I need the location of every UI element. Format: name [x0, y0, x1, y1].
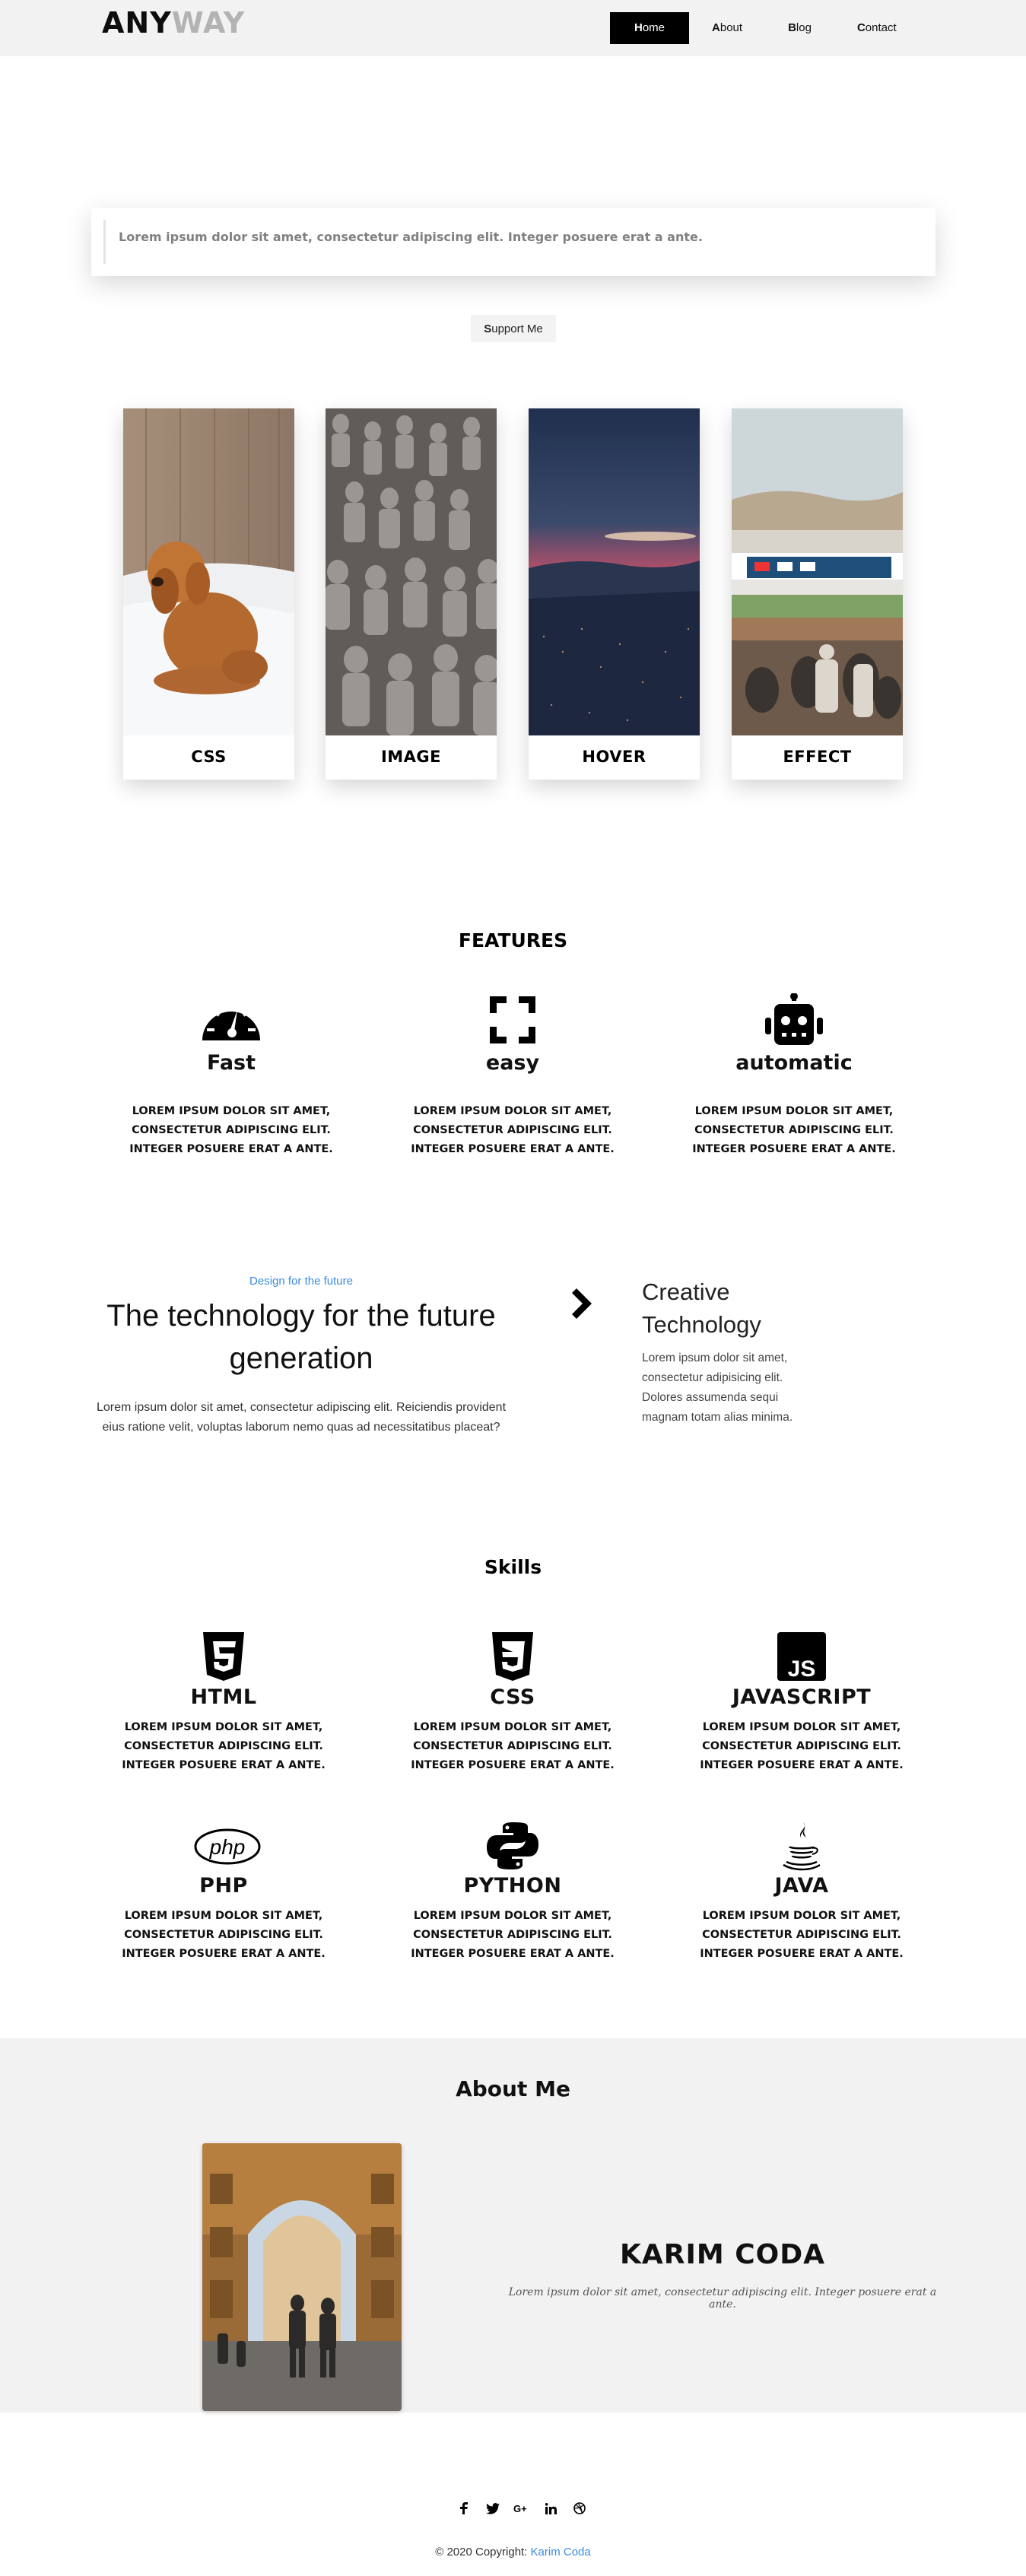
skill-title: PHP: [199, 1874, 248, 1898]
image-card-hover[interactable]: HOVER: [529, 408, 700, 780]
feature-fast: Fast LOREM IPSUM DOLOR SIT AMET, CONSECT…: [100, 993, 362, 1159]
dog-in-snow-image: [123, 408, 294, 735]
terracotta-warriors-image: [326, 408, 497, 735]
about-title: About Me: [456, 2076, 570, 2101]
top-navbar: ANYWAY Home About Blog Contact: [0, 0, 1026, 56]
robot-icon: [762, 993, 826, 1047]
python-icon: [482, 1821, 543, 1871]
hero-quote-text: Lorem ipsum dolor sit amet, consectetur …: [119, 230, 703, 244]
city-at-dusk-image: [529, 408, 700, 735]
feature-title: automatic: [735, 1051, 853, 1075]
css3-icon: [482, 1632, 543, 1682]
card-caption: EFFECT: [783, 748, 852, 766]
nav-item-blog[interactable]: Blog: [765, 12, 834, 44]
skill-title: CSS: [490, 1685, 535, 1709]
quote-bar: [103, 220, 106, 264]
skill-title: JAVASCRIPT: [732, 1685, 872, 1709]
chevron-right-icon[interactable]: [572, 1285, 596, 1322]
skill-title: JAVA: [774, 1874, 829, 1898]
author-name: KARIM CODA: [620, 2239, 825, 2270]
site-logo[interactable]: ANYWAY: [102, 6, 245, 40]
skill-text: LOREM IPSUM DOLOR SIT AMET, CONSECTETUR …: [411, 1910, 615, 1960]
skill-text: LOREM IPSUM DOLOR SIT AMET, CONSECTETUR …: [700, 1910, 904, 1960]
tech-description: Lorem ipsum dolor sit amet, consectetur …: [96, 1401, 507, 1434]
html5-icon: [193, 1632, 254, 1682]
profile-photo: [202, 2143, 402, 2411]
skill-php: php PHP LOREM IPSUM DOLOR SIT AMET, CONS…: [93, 1821, 354, 1964]
skill-text: LOREM IPSUM DOLOR SIT AMET, CONSECTETUR …: [122, 1910, 326, 1960]
racetrack-crowd-image: [732, 408, 903, 735]
speedometer-icon: [199, 993, 263, 1047]
java-icon: [771, 1821, 832, 1871]
creative-technology-title: Creative Technology: [642, 1278, 761, 1338]
svg-text:JS: JS: [788, 1656, 816, 1682]
php-icon: php: [193, 1821, 261, 1871]
facebook-icon[interactable]: [455, 2499, 473, 2517]
skill-title: PYTHON: [463, 1874, 562, 1898]
dribbble-icon[interactable]: [570, 2499, 589, 2517]
javascript-icon: JS: [771, 1632, 832, 1682]
twitter-icon[interactable]: [484, 2499, 502, 2517]
feature-text: LOREM IPSUM DOLOR SIT AMET, CONSECTETUR …: [692, 1105, 896, 1155]
nav-item-about[interactable]: About: [689, 12, 765, 44]
skill-html: HTML LOREM IPSUM DOLOR SIT AMET, CONSECT…: [93, 1632, 354, 1775]
image-card-effect[interactable]: EFFECT: [732, 408, 903, 780]
features-title: FEATURES: [458, 929, 568, 951]
feature-text: LOREM IPSUM DOLOR SIT AMET, CONSECTETUR …: [129, 1105, 333, 1155]
linkedin-icon[interactable]: [542, 2499, 560, 2517]
logo-part-way: WAY: [171, 6, 246, 40]
skill-javascript: JS JAVASCRIPT LOREM IPSUM DOLOR SIT AMET…: [671, 1632, 932, 1775]
image-card-css[interactable]: CSS: [123, 408, 294, 780]
google-plus-icon[interactable]: G+: [513, 2499, 531, 2517]
card-caption: IMAGE: [380, 748, 442, 766]
feature-title: Fast: [206, 1051, 256, 1075]
nav-item-home[interactable]: Home: [610, 12, 690, 44]
card-caption: CSS: [191, 748, 227, 766]
tech-kicker: Design for the future: [249, 1275, 353, 1288]
creative-technology-text: Lorem ipsum dolor sit amet, consectetur …: [642, 1352, 793, 1424]
skills-title: Skills: [484, 1556, 542, 1578]
social-links: G+: [455, 2499, 589, 2517]
expand-icon: [481, 993, 545, 1047]
logo-part-any: ANY: [102, 6, 172, 40]
skill-title: HTML: [190, 1685, 257, 1709]
svg-text:G+: G+: [513, 2503, 527, 2514]
support-me-button[interactable]: Support Me: [471, 315, 556, 342]
image-card-image[interactable]: IMAGE: [326, 408, 497, 780]
main-menu: Home About Blog Contact: [610, 12, 920, 44]
copyright-text: © 2020 Copyright:: [435, 2546, 531, 2559]
nav-item-contact[interactable]: Contact: [834, 12, 920, 44]
author-link[interactable]: Karim Coda: [531, 2546, 591, 2559]
feature-easy: easy LOREM IPSUM DOLOR SIT AMET, CONSECT…: [382, 993, 643, 1159]
skill-text: LOREM IPSUM DOLOR SIT AMET, CONSECTETUR …: [411, 1721, 615, 1771]
feature-text: LOREM IPSUM DOLOR SIT AMET, CONSECTETUR …: [411, 1105, 615, 1155]
skill-text: LOREM IPSUM DOLOR SIT AMET, CONSECTETUR …: [122, 1721, 326, 1771]
skill-text: LOREM IPSUM DOLOR SIT AMET, CONSECTETUR …: [700, 1721, 904, 1771]
skill-css: CSS LOREM IPSUM DOLOR SIT AMET, CONSECTE…: [382, 1632, 643, 1775]
feature-automatic: automatic LOREM IPSUM DOLOR SIT AMET, CO…: [663, 993, 925, 1159]
feature-title: easy: [485, 1051, 540, 1075]
skill-python: PYTHON LOREM IPSUM DOLOR SIT AMET, CONSE…: [382, 1821, 643, 1964]
copyright: © 2020 Copyright: Karim Coda: [0, 2546, 1026, 2559]
hero-quote-box: Lorem ipsum dolor sit amet, consectetur …: [91, 208, 935, 276]
card-caption: HOVER: [582, 748, 646, 766]
tech-title: The technology for the future generation: [106, 1299, 496, 1375]
author-bio: Lorem ipsum dolor sit amet, consectetur …: [508, 2286, 937, 2311]
skill-java: JAVA LOREM IPSUM DOLOR SIT AMET, CONSECT…: [671, 1821, 932, 1964]
svg-text:php: php: [209, 1835, 246, 1859]
